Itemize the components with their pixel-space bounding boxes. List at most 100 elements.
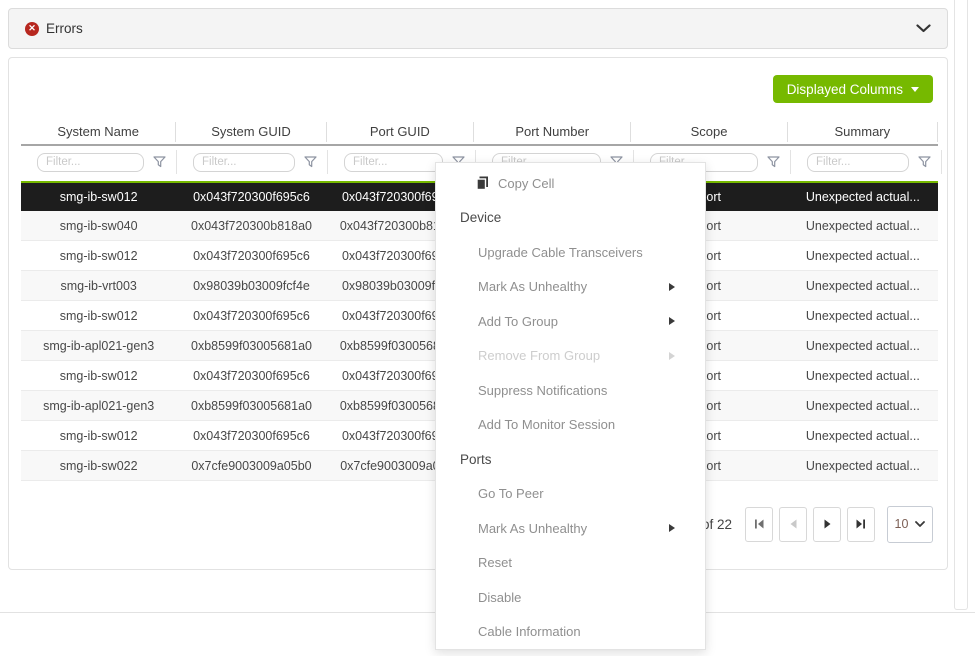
filter-input-summary[interactable] xyxy=(807,153,909,172)
cell-summary: Unexpected actual... xyxy=(788,369,938,383)
menu-item-upgrade-cable-transceivers[interactable]: Upgrade Cable Transceivers xyxy=(436,235,705,270)
menu-item-label: Copy Cell xyxy=(498,176,554,191)
cell-system-name: smg-ib-sw012 xyxy=(21,190,176,204)
cell-system-guid: 0x043f720300f695c6 xyxy=(176,190,326,204)
cell-summary: Unexpected actual... xyxy=(788,249,938,263)
menu-item-cable-information[interactable]: Cable Information xyxy=(436,615,705,650)
errors-page: ✕ Errors Displayed Columns System Name S… xyxy=(0,0,975,656)
column-header-port-guid[interactable]: Port GUID xyxy=(327,122,474,142)
filter-input-system-name[interactable] xyxy=(37,153,144,172)
filter-input-system-guid[interactable] xyxy=(193,153,295,172)
menu-item-label: Disable xyxy=(478,590,521,605)
cell-system-guid: 0x043f720300f695c6 xyxy=(176,429,326,443)
menu-item-copy-cell[interactable]: Copy Cell xyxy=(436,166,705,201)
menu-item-go-to-peer[interactable]: Go To Peer xyxy=(436,477,705,512)
caret-down-icon xyxy=(911,87,919,92)
table-header-row: System Name System GUID Port GUID Port N… xyxy=(21,119,938,146)
chevron-down-icon xyxy=(915,521,925,527)
menu-item-label: Go To Peer xyxy=(478,486,544,501)
column-header-system-name[interactable]: System Name xyxy=(21,122,176,142)
cell-system-guid: 0x98039b03009fcf4e xyxy=(176,279,326,293)
cell-summary: Unexpected actual... xyxy=(788,219,938,233)
cell-system-name: smg-ib-vrt003 xyxy=(21,279,176,293)
submenu-arrow-icon xyxy=(669,317,675,325)
panel-title: Errors xyxy=(46,21,83,36)
cell-system-guid: 0x043f720300f695c6 xyxy=(176,369,326,383)
cell-summary: Unexpected actual... xyxy=(788,279,938,293)
filter-cell-summary xyxy=(791,150,942,174)
error-icon: ✕ xyxy=(25,22,39,36)
displayed-columns-button[interactable]: Displayed Columns xyxy=(773,75,933,103)
column-header-system-guid[interactable]: System GUID xyxy=(176,122,326,142)
first-page-icon xyxy=(753,518,765,530)
filter-funnel-icon[interactable] xyxy=(767,156,780,168)
menu-section-ports: Ports xyxy=(436,442,705,477)
first-page-button[interactable] xyxy=(745,507,773,542)
menu-item-mark-as-unhealthy-device[interactable]: Mark As Unhealthy xyxy=(436,270,705,305)
filter-cell-system-guid xyxy=(177,150,328,174)
filter-cell-system-name xyxy=(21,150,177,174)
next-page-button[interactable] xyxy=(813,507,841,542)
menu-item-label: Add To Group xyxy=(478,314,558,329)
filter-input-port-guid[interactable] xyxy=(344,153,443,172)
menu-item-label: Cable Information xyxy=(478,624,581,639)
cell-system-name: smg-ib-sw012 xyxy=(21,249,176,263)
cell-system-guid: 0x043f720300f695c6 xyxy=(176,249,326,263)
previous-page-button[interactable] xyxy=(779,507,807,542)
page-size-value: 10 xyxy=(895,517,909,531)
cell-system-guid: 0x043f720300b818a0 xyxy=(176,219,326,233)
errors-panel-header: ✕ Errors xyxy=(8,8,948,49)
column-header-port-number[interactable]: Port Number xyxy=(474,122,631,142)
menu-item-add-to-group[interactable]: Add To Group xyxy=(436,304,705,339)
filter-funnel-icon[interactable] xyxy=(918,156,931,168)
cell-system-name: smg-ib-sw012 xyxy=(21,429,176,443)
filter-funnel-icon[interactable] xyxy=(304,156,317,168)
cell-summary: Unexpected actual... xyxy=(788,429,938,443)
cell-system-guid: 0x7cfe9003009a05b0 xyxy=(176,459,326,473)
cell-system-name: smg-ib-sw040 xyxy=(21,219,176,233)
cell-summary: Unexpected actual... xyxy=(788,399,938,413)
menu-item-label: Mark As Unhealthy xyxy=(478,279,587,294)
menu-item-reset[interactable]: Reset xyxy=(436,546,705,581)
right-rail xyxy=(954,0,968,610)
submenu-arrow-icon xyxy=(669,283,675,291)
page-size-select[interactable]: 10 xyxy=(887,506,933,543)
submenu-arrow-icon xyxy=(669,524,675,532)
last-page-icon xyxy=(855,518,867,530)
menu-section-label: Device xyxy=(460,210,501,225)
menu-section-device: Device xyxy=(436,201,705,236)
context-menu: Copy Cell Device Upgrade Cable Transceiv… xyxy=(435,162,706,650)
cell-system-guid: 0xb8599f03005681a0 xyxy=(176,399,326,413)
menu-item-remove-from-group: Remove From Group xyxy=(436,339,705,374)
submenu-arrow-icon xyxy=(669,352,675,360)
menu-item-label: Add To Monitor Session xyxy=(478,417,615,432)
displayed-columns-label: Displayed Columns xyxy=(787,82,903,97)
cell-system-name: smg-ib-sw012 xyxy=(21,309,176,323)
menu-item-add-to-monitor-session[interactable]: Add To Monitor Session xyxy=(436,408,705,443)
previous-page-icon xyxy=(789,519,798,529)
cell-summary: Unexpected actual... xyxy=(788,459,938,473)
collapse-panel-button[interactable] xyxy=(916,24,931,33)
cell-system-guid: 0x043f720300f695c6 xyxy=(176,309,326,323)
menu-item-mark-as-unhealthy-ports[interactable]: Mark As Unhealthy xyxy=(436,511,705,546)
cell-system-name: smg-ib-sw022 xyxy=(21,459,176,473)
menu-item-disable[interactable]: Disable xyxy=(436,580,705,615)
cell-system-name: smg-ib-apl021-gen3 xyxy=(21,339,176,353)
column-header-summary[interactable]: Summary xyxy=(788,122,938,142)
cell-system-guid: 0xb8599f03005681a0 xyxy=(176,339,326,353)
menu-item-label: Mark As Unhealthy xyxy=(478,521,587,536)
cell-summary: Unexpected actual... xyxy=(788,339,938,353)
filter-funnel-icon[interactable] xyxy=(153,156,166,168)
chevron-down-icon xyxy=(916,24,931,33)
menu-item-label: Reset xyxy=(478,555,512,570)
menu-item-label: Suppress Notifications xyxy=(478,383,607,398)
menu-section-label: Ports xyxy=(460,452,492,467)
menu-item-suppress-notifications[interactable]: Suppress Notifications xyxy=(436,373,705,408)
menu-item-label: Remove From Group xyxy=(478,348,600,363)
cell-system-name: smg-ib-apl021-gen3 xyxy=(21,399,176,413)
cell-system-name: smg-ib-sw012 xyxy=(21,369,176,383)
menu-item-label: Upgrade Cable Transceivers xyxy=(478,245,643,260)
column-header-scope[interactable]: Scope xyxy=(631,122,787,142)
copy-icon xyxy=(476,176,489,190)
last-page-button[interactable] xyxy=(847,507,875,542)
